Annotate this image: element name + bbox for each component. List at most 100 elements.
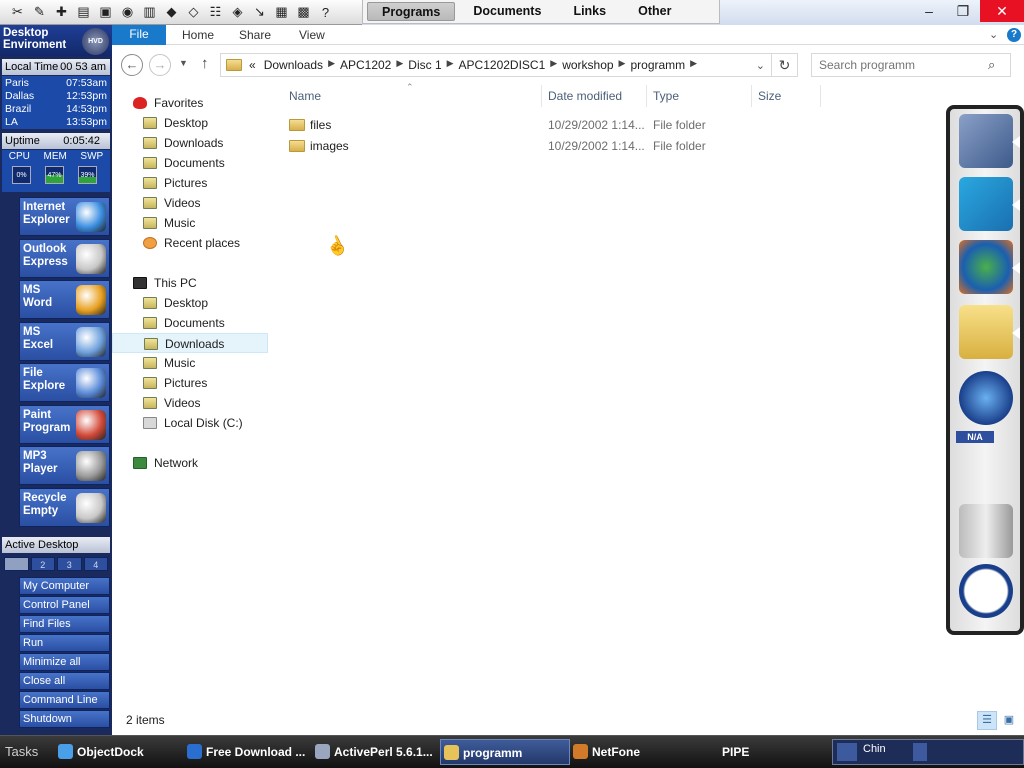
app-paint-program[interactable]: Paint Program [19, 404, 110, 444]
panel-icon[interactable]: ▦ [272, 3, 291, 22]
breadcrumb-item[interactable]: Downloads [260, 58, 327, 72]
column-divider[interactable] [751, 85, 752, 107]
column-divider[interactable] [541, 85, 542, 107]
tray-app-icon[interactable] [837, 743, 857, 761]
blueprint-icon[interactable] [959, 114, 1013, 168]
app-icon[interactable]: ◆ [162, 3, 181, 22]
link-my-computer[interactable]: My Computer [19, 577, 110, 595]
taskbar-item-netfone[interactable]: NetFone [570, 739, 710, 765]
taskbar-item-objectdock[interactable]: ObjectDock [55, 739, 183, 765]
tv-icon[interactable]: ▩ [294, 3, 313, 22]
breadcrumb-separator-icon[interactable]: ▶ [446, 58, 455, 72]
nav-pc-videos[interactable]: Videos [112, 393, 268, 413]
desktop-4-button[interactable]: 4 [83, 557, 108, 571]
app-ms-excel[interactable]: MS Excel [19, 321, 110, 361]
link-shutdown[interactable]: Shutdown [19, 710, 110, 728]
breadcrumb-item[interactable]: Disc 1 [404, 58, 445, 72]
details-view-icon[interactable]: ☰ [977, 711, 997, 730]
windows-orb-icon[interactable] [959, 371, 1013, 425]
desktop-3-button[interactable]: 3 [57, 557, 82, 571]
column-header-type[interactable]: Type [653, 89, 679, 105]
app-internet-explorer[interactable]: Internet Explorer [19, 197, 110, 236]
back-button[interactable]: ← [121, 54, 143, 76]
nav-pc-music[interactable]: Music [112, 353, 268, 373]
file-row[interactable]: files 10/29/2002 1:14... File folder [288, 115, 748, 135]
help-icon[interactable]: ? [1007, 28, 1021, 42]
breadcrumb-separator-icon[interactable]: ▶ [327, 58, 336, 72]
dock-expand-arrow-icon[interactable] [1012, 327, 1020, 339]
nav-fav-videos[interactable]: Videos [112, 193, 268, 213]
nav-fav-documents[interactable]: Documents [112, 153, 268, 173]
desktop-1-button[interactable] [4, 557, 29, 571]
breadcrumb-item[interactable]: APC1202 [336, 58, 395, 72]
breadcrumb-separator-icon[interactable]: ▶ [618, 58, 627, 72]
app-outlook-express[interactable]: Outlook Express [19, 238, 110, 278]
minimize-button[interactable]: – [912, 0, 946, 22]
app-recycle-empty[interactable]: Recycle Empty [19, 487, 110, 527]
recent-locations-chevron-icon[interactable]: ▼ [179, 58, 188, 68]
recycle-bin-icon[interactable] [959, 504, 1013, 558]
nav-pc-downloads[interactable]: Downloads [112, 333, 268, 353]
breadcrumb-separator-icon[interactable]: ▶ [689, 58, 698, 72]
tray-network-icon[interactable] [913, 743, 927, 761]
refresh-button[interactable]: ↻ [772, 53, 798, 77]
close-button[interactable]: ✕ [980, 0, 1024, 22]
menu-tab-programs[interactable]: Programs [367, 2, 456, 21]
app-ms-word[interactable]: MS Word [19, 280, 110, 319]
breadcrumb-item[interactable]: programm [626, 58, 689, 72]
archive-icon[interactable]: ▤ [74, 3, 93, 22]
nav-pc-documents[interactable]: Documents [112, 313, 268, 333]
link-find-files[interactable]: Find Files [19, 615, 110, 633]
nav-fav-desktop[interactable]: Desktop [112, 113, 268, 133]
up-arrow-icon[interactable]: ↑ [201, 55, 209, 72]
nav-favorites[interactable]: Favorites [112, 93, 268, 113]
tab-file[interactable]: File [112, 25, 166, 45]
card-icon[interactable]: ◇ [184, 3, 203, 22]
nav-network[interactable]: Network [112, 453, 268, 473]
app-file-explore[interactable]: File Explore [19, 363, 110, 402]
book-icon[interactable]: ▥ [140, 3, 159, 22]
maximize-button[interactable]: ❐ [946, 0, 980, 22]
column-divider[interactable] [646, 85, 647, 107]
address-dropdown-icon[interactable]: ⌄ [756, 59, 765, 72]
column-divider[interactable] [820, 85, 821, 107]
app-mp3-player[interactable]: MP3 Player [19, 446, 110, 485]
dock-expand-arrow-icon[interactable] [1012, 262, 1020, 274]
menu-tab-links[interactable]: Links [559, 2, 620, 21]
plus-icon[interactable]: ✚ [52, 3, 71, 22]
nav-fav-downloads[interactable]: Downloads [112, 133, 268, 153]
nav-fav-music[interactable]: Music [112, 213, 268, 233]
folder-icon[interactable] [959, 305, 1013, 359]
file-row[interactable]: images 10/29/2002 1:14... File folder [288, 136, 748, 156]
nav-this-pc[interactable]: This PC [112, 273, 268, 293]
link-run[interactable]: Run [19, 634, 110, 652]
nav-fav-recent-places[interactable]: Recent places [112, 233, 268, 253]
taskbar-item-free-download[interactable]: Free Download ... [184, 739, 308, 765]
network-icon[interactable]: ☷ [206, 3, 225, 22]
link-command-line[interactable]: Command Line [19, 691, 110, 709]
exit-icon[interactable]: ↘ [250, 3, 269, 22]
shield-icon[interactable]: ◈ [228, 3, 247, 22]
overflow-chevron[interactable]: « [247, 58, 260, 72]
menu-tab-other[interactable]: Other [624, 2, 685, 21]
camera-icon[interactable]: ◉ [118, 3, 137, 22]
address-bar[interactable]: « Downloads ▶ APC1202 ▶ Disc 1 ▶ APC1202DISC1 ▶… [220, 53, 772, 77]
taskbar-item-programm[interactable]: programm [440, 739, 570, 765]
forward-button[interactable]: → [149, 54, 171, 76]
screenshot-icon[interactable]: ▣ [96, 3, 115, 22]
link-close-all[interactable]: Close all [19, 672, 110, 690]
breadcrumb-separator-icon[interactable]: ▶ [395, 58, 404, 72]
tab-share[interactable]: Share [239, 25, 271, 45]
nav-fav-pictures[interactable]: Pictures [112, 173, 268, 193]
tab-view[interactable]: View [299, 25, 325, 45]
nav-pc-local-disk-c-[interactable]: Local Disk (C:) [112, 413, 268, 433]
taskbar-item-pipe[interactable]: PIPE [720, 739, 820, 765]
column-header-name[interactable]: Name [289, 89, 321, 105]
clock-icon[interactable] [959, 564, 1013, 618]
taskbar-item-activeperl-5-6-1[interactable]: ActivePerl 5.6.1... [312, 739, 436, 765]
column-header-date-modified[interactable]: Date modified [548, 89, 622, 105]
breadcrumb-separator-icon[interactable]: ▶ [549, 58, 558, 72]
link-control-panel[interactable]: Control Panel [19, 596, 110, 614]
nav-pc-pictures[interactable]: Pictures [112, 373, 268, 393]
nav-pc-desktop[interactable]: Desktop [112, 293, 268, 313]
